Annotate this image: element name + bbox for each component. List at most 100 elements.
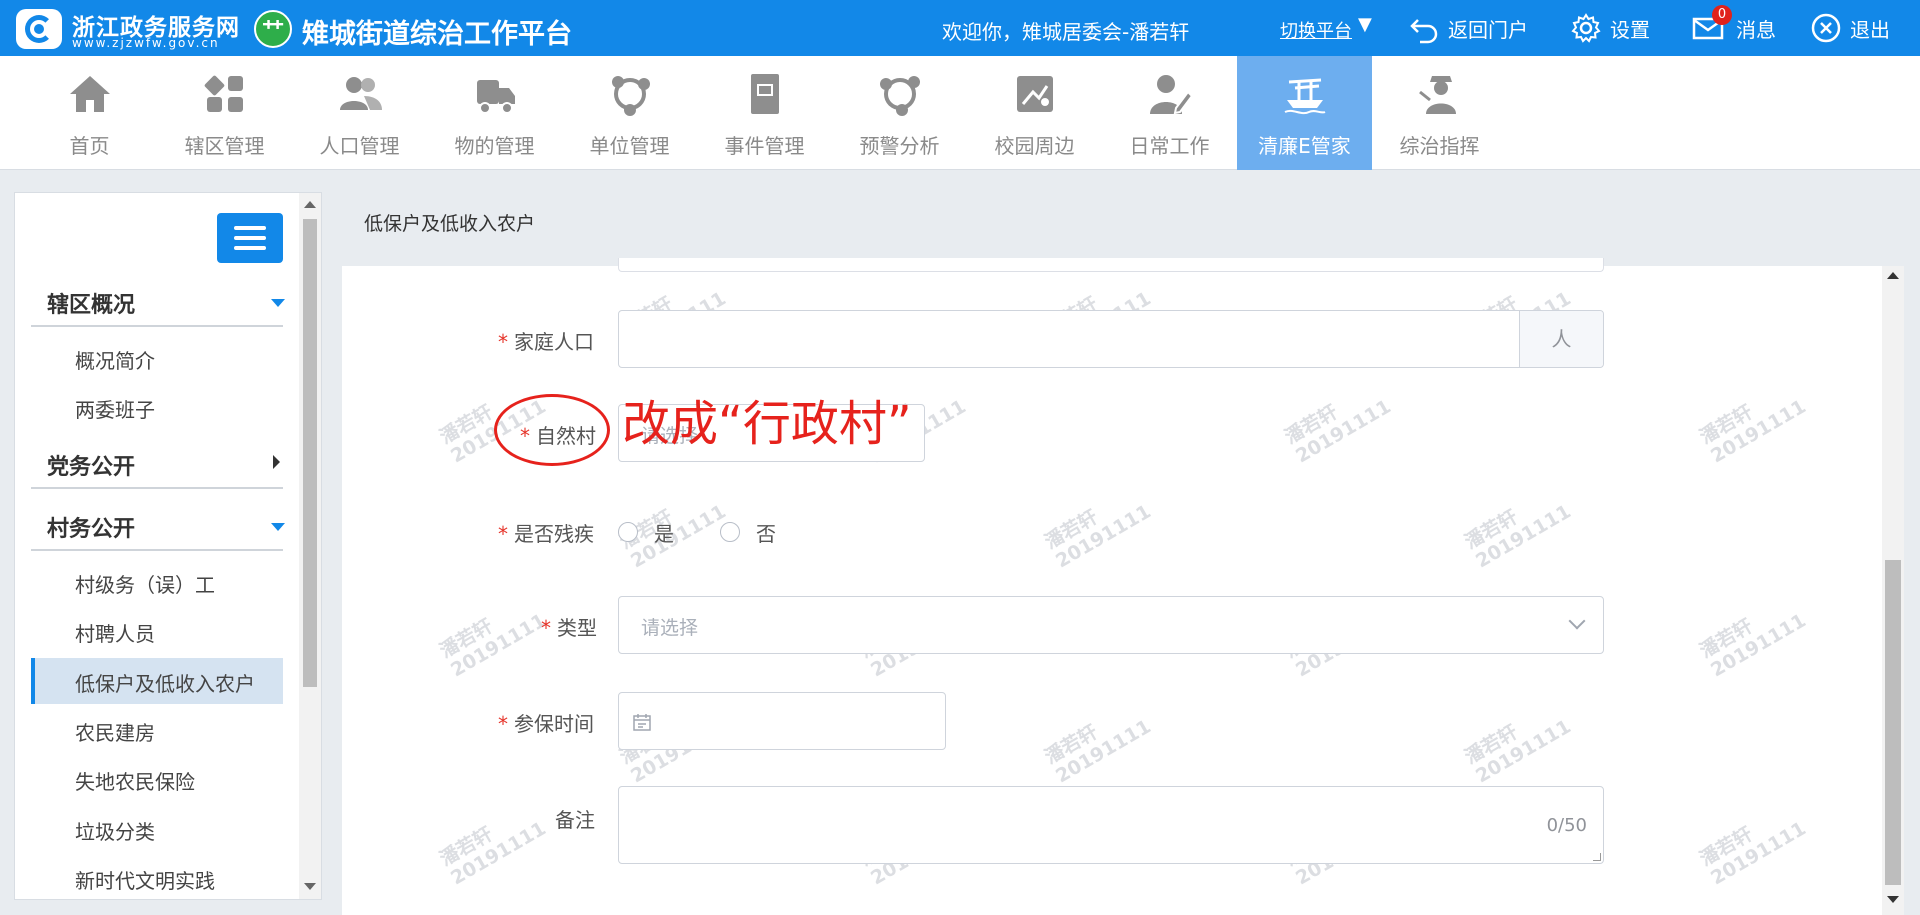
sidebar-item-housing[interactable]: 农民建房 <box>31 707 283 753</box>
disabled-yes-label[interactable]: 是 <box>654 518 674 547</box>
scroll-down-icon[interactable] <box>304 883 316 890</box>
main-nav: 首页 辖区管理 人口管理 物的管理 单位管理 事件管理 预警分析 校园周边 日常… <box>0 56 1920 170</box>
sidebar-item-label: 农民建房 <box>75 721 155 745</box>
insured-date-picker[interactable] <box>618 692 946 750</box>
main-scrollbar[interactable] <box>1882 266 1904 915</box>
household-unit: 人 <box>1519 311 1603 367</box>
nav-home[interactable]: 首页 <box>22 56 157 170</box>
nav-warning[interactable]: 预警分析 <box>832 56 967 170</box>
switch-platform-link[interactable]: 切换平台 <box>1280 17 1352 43</box>
sidebar-scrollbar[interactable] <box>299 193 321 899</box>
sidebar-item-label: 垃圾分类 <box>75 820 155 844</box>
calendar-icon <box>633 714 651 731</box>
section-title: 村务公开 <box>47 517 136 542</box>
caret-down-icon <box>271 299 285 307</box>
annotation-text: 改成“行政村” <box>622 396 912 452</box>
hamburger-icon <box>234 226 266 230</box>
network-icon <box>612 76 650 116</box>
sidebar-item-label: 概况简介 <box>75 349 155 373</box>
sidebar-item-overview[interactable]: 概况简介 <box>31 335 283 381</box>
caret-down-icon <box>271 523 285 531</box>
sidebar-item-garbage[interactable]: 垃圾分类 <box>31 806 283 852</box>
brand-url: www.zjzwfw.gov.cn <box>72 36 220 50</box>
caret-right-icon <box>273 455 280 469</box>
messages-button[interactable]: 消息 <box>1688 8 1776 48</box>
app-window: 浙江政务服务网 www.zjzwfw.gov.cn ⺿ 雉城街道综治工作平台 欢… <box>0 0 1920 915</box>
officer-icon <box>1419 76 1456 114</box>
scroll-thumb[interactable] <box>1885 560 1901 885</box>
back-portal-button[interactable]: 返回门户 <box>1408 8 1528 48</box>
annotation-ellipse <box>494 394 610 466</box>
sidebar-item-label: 村聘人员 <box>75 622 155 646</box>
type-placeholder: 请选择 <box>641 617 699 639</box>
chevron-down-icon <box>1568 612 1586 630</box>
disabled-label: * 是否残疾 <box>498 522 594 546</box>
nav-things[interactable]: 物的管理 <box>427 56 562 170</box>
logout-label: 退出 <box>1850 17 1890 42</box>
remark-textarea[interactable]: 0/50 <box>618 786 1604 864</box>
user-edit-icon <box>1150 75 1194 115</box>
settings-button[interactable]: 设置 <box>1570 8 1650 48</box>
household-input[interactable]: 人 <box>618 310 1604 368</box>
campus-icon <box>1017 76 1053 112</box>
sidebar-item-committee[interactable]: 两委班子 <box>31 384 283 430</box>
scroll-down-icon[interactable] <box>1887 896 1899 903</box>
nav-label: 事件管理 <box>724 134 805 158</box>
message-count-badge: 0 <box>1712 5 1732 25</box>
type-select[interactable]: 请选择 <box>618 596 1604 654</box>
nav-population[interactable]: 人口管理 <box>292 56 427 170</box>
zjzwfw-logo-icon <box>16 9 62 49</box>
gear-icon <box>1571 13 1601 43</box>
nav-campus[interactable]: 校园周边 <box>967 56 1102 170</box>
nav-label: 预警分析 <box>859 134 940 158</box>
close-circle-icon <box>1811 13 1841 43</box>
nav-units[interactable]: 单位管理 <box>562 56 697 170</box>
sidebar-section-party[interactable]: 党务公开 <box>31 439 283 489</box>
nav-label: 校园周边 <box>994 134 1075 158</box>
remark-label: 备注 <box>555 808 595 832</box>
platform-logo-icon: ⺿ <box>254 10 292 48</box>
sidebar-section-village[interactable]: 村务公开 <box>31 501 285 551</box>
sidebar-item-village-staff[interactable]: 村聘人员 <box>31 608 283 654</box>
nav-qinglian[interactable]: 清廉E管家 <box>1237 56 1372 170</box>
nav-label: 首页 <box>69 134 110 158</box>
menu-toggle-button[interactable] <box>217 213 283 263</box>
top-bar: 浙江政务服务网 www.zjzwfw.gov.cn ⺿ 雉城街道综治工作平台 欢… <box>0 0 1920 56</box>
previous-field-edge <box>618 258 1604 272</box>
nav-label: 综治指挥 <box>1399 134 1480 158</box>
section-title: 党务公开 <box>47 455 136 480</box>
grid-icon <box>204 75 243 112</box>
nav-daily-work[interactable]: 日常工作 <box>1102 56 1237 170</box>
nav-label: 辖区管理 <box>184 134 265 158</box>
sidebar-item-label: 低保户及低收入农户 <box>75 672 255 696</box>
logout-button[interactable]: 退出 <box>1810 8 1890 48</box>
disabled-no-label[interactable]: 否 <box>756 518 776 547</box>
sidebar: 辖区概况 概况简介 两委班子 党务公开 村务公开 村级务（误）工 村聘人员 低保… <box>14 192 322 900</box>
nav-label: 日常工作 <box>1129 134 1210 158</box>
people-icon <box>340 77 382 110</box>
home-icon <box>70 76 110 112</box>
nav-district[interactable]: 辖区管理 <box>157 56 292 170</box>
back-portal-label: 返回门户 <box>1448 17 1528 42</box>
sidebar-item-land-insurance[interactable]: 失地农民保险 <box>31 756 283 802</box>
nav-events[interactable]: 事件管理 <box>697 56 832 170</box>
sidebar-item-civilization[interactable]: 新时代文明实践 <box>31 855 283 901</box>
sidebar-section-district[interactable]: 辖区概况 <box>31 277 285 327</box>
caret-down-icon[interactable]: ▼ <box>1358 14 1372 35</box>
type-label: * 类型 <box>541 616 597 640</box>
sidebar-item-low-income[interactable]: 低保户及低收入农户 <box>31 658 283 704</box>
page-title: 低保户及低收入农户 <box>364 213 536 235</box>
scroll-up-icon[interactable] <box>304 201 316 208</box>
sidebar-item-village-work[interactable]: 村级务（误）工 <box>31 559 283 605</box>
platform-title: 雉城街道综治工作平台 <box>302 19 572 50</box>
disabled-no-radio[interactable] <box>720 522 740 542</box>
nav-command[interactable]: 综治指挥 <box>1372 56 1507 170</box>
household-label: * 家庭人口 <box>498 330 594 354</box>
return-icon <box>1410 19 1438 44</box>
scroll-up-icon[interactable] <box>1887 272 1899 279</box>
insured-time-label: * 参保时间 <box>498 712 594 736</box>
remark-counter: 0/50 <box>1546 815 1587 836</box>
disabled-yes-radio[interactable] <box>618 522 638 542</box>
scroll-thumb[interactable] <box>303 219 317 687</box>
resize-handle[interactable] <box>1593 853 1601 861</box>
